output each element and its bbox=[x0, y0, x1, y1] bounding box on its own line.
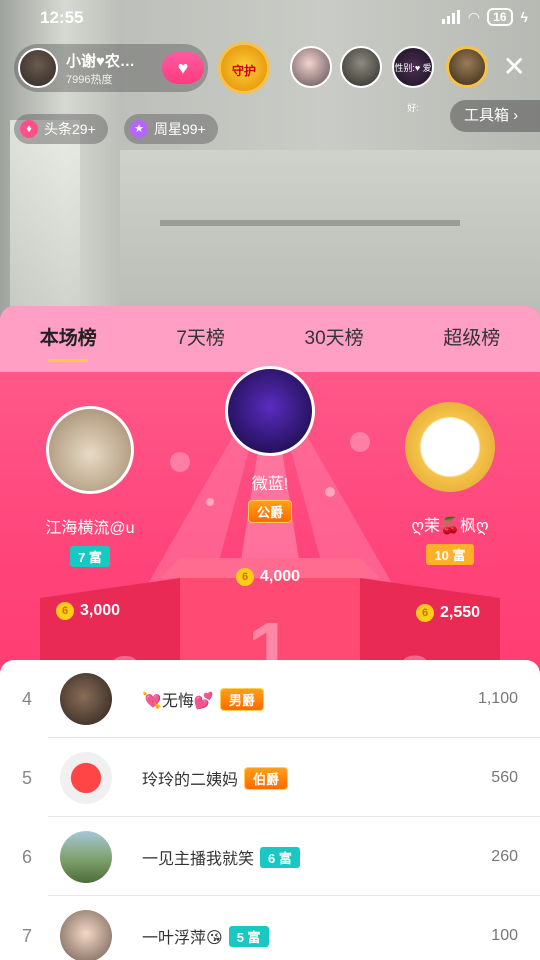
toolbox-button[interactable]: 工具箱 › bbox=[450, 100, 540, 132]
window-shape bbox=[10, 120, 80, 320]
list-score: 100 bbox=[491, 927, 518, 944]
guard-badge[interactable]: 守护 bbox=[218, 42, 270, 94]
tab-super[interactable]: 超级榜 bbox=[443, 323, 500, 356]
guard-label: 守护 bbox=[231, 64, 256, 78]
list-name: 玲玲的二姨妈 bbox=[142, 772, 239, 789]
coin-icon: 6 bbox=[236, 568, 254, 586]
host-heat: 7996热度 bbox=[66, 73, 113, 86]
list-name: 一叶浮萍😘 bbox=[142, 930, 223, 947]
list-avatar[interactable] bbox=[60, 910, 112, 960]
rank-2-coin-value: 3,000 bbox=[80, 602, 121, 619]
divider bbox=[48, 895, 540, 896]
rank-1-noble-badge: 公爵 bbox=[247, 500, 292, 523]
list-item[interactable]: 7 一叶浮萍😘 5 富 100 bbox=[0, 897, 540, 960]
rich-badge: 5 富 bbox=[228, 925, 269, 947]
list-rank: 7 bbox=[21, 925, 32, 946]
host-name: 小谢♥农… bbox=[66, 52, 135, 70]
charging-icon: ϟ bbox=[520, 9, 528, 25]
rank-1-name: 微蓝! bbox=[251, 476, 289, 493]
flame-icon: ♦ bbox=[20, 120, 38, 138]
rich-badge: 6 富 bbox=[260, 846, 300, 868]
list-rank: 4 bbox=[21, 688, 32, 709]
wifi-icon: ◠ bbox=[468, 8, 480, 25]
rank-3-coin-value: 2,550 bbox=[440, 604, 481, 621]
divider bbox=[48, 737, 540, 738]
list-avatar[interactable] bbox=[60, 673, 112, 725]
heart-icon: ♥ bbox=[177, 58, 189, 78]
close-icon[interactable]: ✕ bbox=[503, 52, 526, 82]
rank-2-name: 江海横流@u bbox=[45, 520, 135, 537]
signal-icon bbox=[442, 10, 461, 24]
coin-icon: 6 bbox=[416, 604, 434, 622]
list-avatar[interactable] bbox=[60, 831, 112, 883]
rank-3-user[interactable]: ღ茉🍒枫ღ 10 富 bbox=[380, 402, 520, 565]
viewer-avatar[interactable] bbox=[290, 46, 332, 88]
wall-shape bbox=[120, 150, 540, 320]
list-avatar[interactable] bbox=[60, 752, 112, 804]
list-rank: 5 bbox=[21, 767, 32, 788]
rank-1-avatar[interactable] bbox=[225, 366, 315, 456]
noble-badge: 伯爵 bbox=[244, 766, 289, 790]
ranking-list: 4 💘无悔💕 男爵 1,100 5 玲玲的二姨妈 伯爵 560 6 一见主播我就… bbox=[0, 660, 540, 960]
rank-3-rich-badge: 10 富 bbox=[426, 544, 474, 565]
list-rank: 6 bbox=[21, 846, 32, 867]
tab-this-session[interactable]: 本场榜 bbox=[40, 323, 97, 362]
status-time: 12:55 bbox=[40, 8, 84, 27]
headline-pill[interactable]: ♦ 头条29+ bbox=[14, 114, 108, 144]
rank-2-coins: 6 3,000 bbox=[56, 602, 120, 620]
coin-icon: 6 bbox=[56, 602, 74, 620]
tab-7-days[interactable]: 7天榜 bbox=[176, 323, 225, 356]
follow-heart-button[interactable]: ♥ bbox=[162, 52, 204, 84]
list-name: 一见主播我就笑 bbox=[142, 851, 255, 868]
viewer-avatar[interactable] bbox=[340, 46, 382, 88]
battery-icon: 16 bbox=[487, 8, 513, 26]
tab-30-days[interactable]: 30天榜 bbox=[305, 323, 364, 356]
rank-2-rich-badge: 7 富 bbox=[70, 546, 110, 567]
rank-1-user[interactable]: 微蓝! 公爵 bbox=[200, 366, 340, 523]
rank-2-avatar[interactable] bbox=[46, 406, 134, 494]
list-item[interactable]: 5 玲玲的二姨妈 伯爵 560 bbox=[0, 739, 540, 817]
list-item[interactable]: 4 💘无悔💕 男爵 1,100 bbox=[0, 660, 540, 738]
weekly-star-label: 周星99+ bbox=[154, 121, 206, 137]
rank-1-coins: 6 4,000 bbox=[236, 568, 300, 586]
list-name: 💘无悔💕 bbox=[142, 693, 214, 710]
host-avatar[interactable] bbox=[18, 48, 58, 88]
rank-3-coins: 6 2,550 bbox=[416, 604, 480, 622]
rank-2-user[interactable]: 江海横流@u 7 富 bbox=[20, 406, 160, 567]
divider bbox=[48, 816, 540, 817]
weekly-star-pill[interactable]: ★ 周星99+ bbox=[124, 114, 218, 144]
list-score: 260 bbox=[491, 848, 518, 865]
viewer-avatar[interactable] bbox=[446, 46, 488, 88]
list-item[interactable]: 6 一见主播我就笑 6 富 260 bbox=[0, 818, 540, 896]
viewer-avatar[interactable]: 性别:♥ 爱好: bbox=[392, 46, 434, 113]
status-icons: ◠ 16 ϟ bbox=[442, 8, 528, 26]
noble-badge: 男爵 bbox=[219, 687, 264, 711]
rank-1-coin-value: 4,000 bbox=[260, 568, 301, 585]
star-icon: ★ bbox=[130, 120, 148, 138]
ranking-tabs: 本场榜 7天榜 30天榜 超级榜 bbox=[0, 306, 540, 372]
rank-3-name: ღ茉🍒枫ღ bbox=[411, 518, 489, 535]
list-score: 1,100 bbox=[477, 690, 518, 707]
rank-3-avatar[interactable] bbox=[405, 402, 495, 492]
status-bar: 12:55 ◠ 16 ϟ bbox=[0, 0, 540, 36]
shelf-shape bbox=[160, 220, 460, 226]
headline-label: 头条29+ bbox=[44, 121, 96, 137]
list-score: 560 bbox=[491, 769, 518, 786]
